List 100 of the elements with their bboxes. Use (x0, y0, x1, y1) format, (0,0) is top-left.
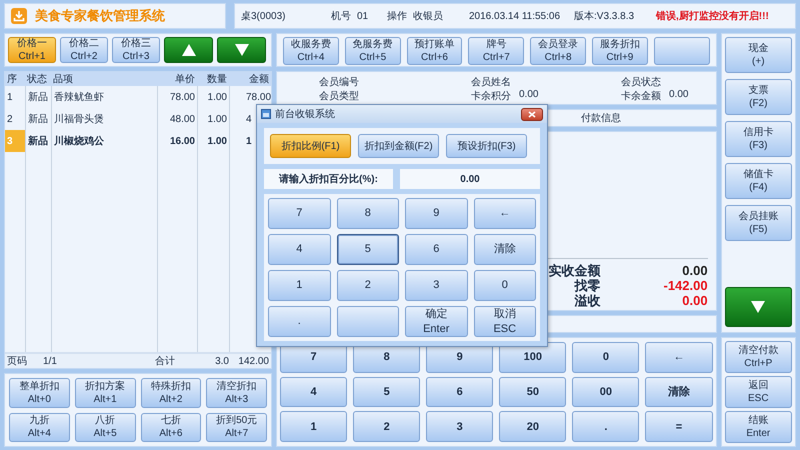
keypad-key[interactable]: 0 (572, 342, 640, 373)
column-header: 品项 (52, 73, 74, 86)
price-button[interactable]: 价格三 Ctrl+3 (112, 37, 160, 63)
table-cell: 48.00 (157, 108, 197, 130)
keypad-key[interactable]: ← (645, 342, 713, 373)
keypad-key[interactable]: 5 (353, 376, 420, 408)
input-field: 0.00 (400, 169, 540, 189)
keypad-key[interactable]: 6 (405, 234, 468, 265)
table-cell: 川福骨头煲 (51, 108, 157, 130)
keypad-key[interactable]: 9 (405, 198, 468, 229)
action-button[interactable]: 返回 ESC (724, 376, 792, 408)
keypad-key[interactable]: 5 (336, 234, 399, 265)
close-button[interactable] (521, 108, 543, 120)
payment-button[interactable]: 储值卡 (F4) (724, 163, 792, 199)
keypad-key[interactable]: 3 (426, 411, 494, 442)
column-header: 序 (6, 72, 18, 86)
keypad-key[interactable]: 1 (280, 411, 348, 442)
scroll-down-button[interactable] (217, 37, 266, 63)
keypad-key[interactable]: ← (474, 198, 536, 229)
field-label: 操作 (387, 10, 407, 23)
window-icon (261, 109, 271, 119)
discount-button[interactable]: 折到50元 Alt+7 (206, 412, 267, 442)
row-number: 3 (5, 130, 25, 152)
total-value: -142.00 (663, 278, 708, 293)
scroll-up-button[interactable] (164, 37, 213, 63)
keypad-key[interactable]: 20 (499, 411, 566, 442)
version-label: 版本:V3.3.8.3 (574, 10, 636, 23)
scroll-down-button[interactable] (724, 287, 792, 327)
function-button[interactable]: 收服务费 Ctrl+4 (283, 37, 339, 65)
field-label: 卡余积分 (471, 90, 511, 103)
column-header: 数量 (206, 73, 228, 86)
table-cell: 1.00 (197, 86, 229, 108)
keypad-key[interactable]: 3 (405, 270, 468, 301)
field-label: 会员编号 (319, 76, 359, 89)
mode-tab[interactable]: 折扣到金额(F2) (358, 134, 439, 158)
column-header: 金额 (248, 72, 270, 86)
keypad-key[interactable]: 取消 ESC (474, 306, 536, 337)
triangle-down-icon (234, 43, 250, 57)
price-button[interactable]: 价格一 Ctrl+1 (8, 37, 56, 63)
table-cell: 香辣鱿鱼虾 (51, 86, 157, 108)
function-button[interactable]: 会员登录 Ctrl+8 (530, 37, 586, 65)
triangle-up-icon (180, 43, 196, 57)
dialog-title: 前台收银系统 (275, 108, 335, 121)
payment-button[interactable]: 现金 (+) (724, 37, 792, 73)
discount-button[interactable]: 九折 Alt+4 (9, 412, 70, 442)
keypad-key[interactable]: . (572, 411, 640, 442)
total-amount: 142.00 (237, 354, 270, 368)
discount-button[interactable]: 清空折扣 Alt+3 (206, 378, 267, 408)
field-value: 0.00 (519, 89, 538, 102)
date-time: 2016.03.14 11:55:06 (469, 10, 562, 22)
function-button[interactable]: 预打账单 Ctrl+6 (406, 37, 462, 65)
keypad-key[interactable]: 4 (268, 234, 330, 265)
function-button[interactable]: 免服务费 Ctrl+5 (344, 37, 401, 65)
total-value: 0.00 (682, 263, 708, 278)
keypad-key[interactable]: = (645, 411, 713, 442)
action-button[interactable]: 结账 Enter (724, 411, 792, 443)
column-header: 单价 (174, 72, 196, 86)
field-label: 机号 (331, 10, 351, 23)
keypad-key[interactable]: 清除 (474, 234, 536, 265)
payment-button[interactable]: 支票 (F2) (724, 79, 792, 115)
table-cell: 新品 (25, 108, 51, 130)
discount-button[interactable]: 八折 Alt+5 (74, 412, 136, 442)
field-label: 页码 (6, 355, 28, 368)
download-icon (11, 8, 27, 24)
keypad-key[interactable]: . (268, 306, 330, 337)
keypad-key[interactable]: 2 (353, 411, 420, 442)
payment-button[interactable]: 会员挂账 (F5) (724, 205, 792, 241)
field-label: 会员类型 (319, 90, 359, 103)
discount-button[interactable]: 特殊折扣 Alt+2 (140, 378, 202, 408)
price-button[interactable]: 价格二 Ctrl+2 (60, 37, 108, 63)
error-message: 错误,厨打监控没有开启!!! (656, 9, 769, 23)
table-cell: 川椒烧鸡公 (51, 130, 157, 152)
page-number: 1/1 (42, 354, 58, 368)
keypad-key[interactable]: 2 (336, 270, 399, 301)
discount-button[interactable]: 折扣方案 Alt+1 (74, 378, 136, 408)
keypad-key[interactable]: 8 (336, 198, 399, 229)
keypad-key[interactable]: 0 (474, 270, 536, 301)
keypad-key[interactable]: 6 (426, 376, 494, 408)
keypad-key[interactable]: 50 (499, 376, 566, 408)
mode-tab[interactable]: 折扣比例(F1) (270, 134, 351, 158)
row-number: 1 (6, 90, 14, 104)
function-button[interactable]: 牌号 Ctrl+7 (468, 37, 524, 65)
keypad-key[interactable]: 1 (268, 270, 330, 301)
function-button[interactable]: 服务折扣 Ctrl+9 (592, 37, 648, 65)
operator-name: 收银员 (413, 10, 444, 23)
section-title: 付款信息 (581, 112, 621, 125)
column-header: 状态 (26, 72, 48, 86)
keypad-key[interactable]: 7 (268, 198, 330, 229)
mode-tab[interactable]: 预设折扣(F3) (446, 134, 527, 158)
keypad-key[interactable]: 确定 Enter (405, 306, 468, 337)
discount-button[interactable]: 整单折扣 Alt+0 (9, 378, 70, 408)
table-number: 桌3(0003) (241, 10, 286, 23)
keypad-key[interactable]: 00 (572, 376, 640, 408)
triangle-down-icon (750, 300, 766, 314)
keypad-key[interactable]: 4 (280, 376, 348, 408)
keypad-key[interactable]: 清除 (645, 376, 713, 408)
table-cell: 1.00 (197, 108, 229, 130)
payment-button[interactable]: 信用卡 (F3) (724, 121, 792, 157)
discount-button[interactable]: 七折 Alt+6 (140, 412, 202, 442)
action-button[interactable]: 清空付款 Ctrl+P (724, 341, 792, 373)
